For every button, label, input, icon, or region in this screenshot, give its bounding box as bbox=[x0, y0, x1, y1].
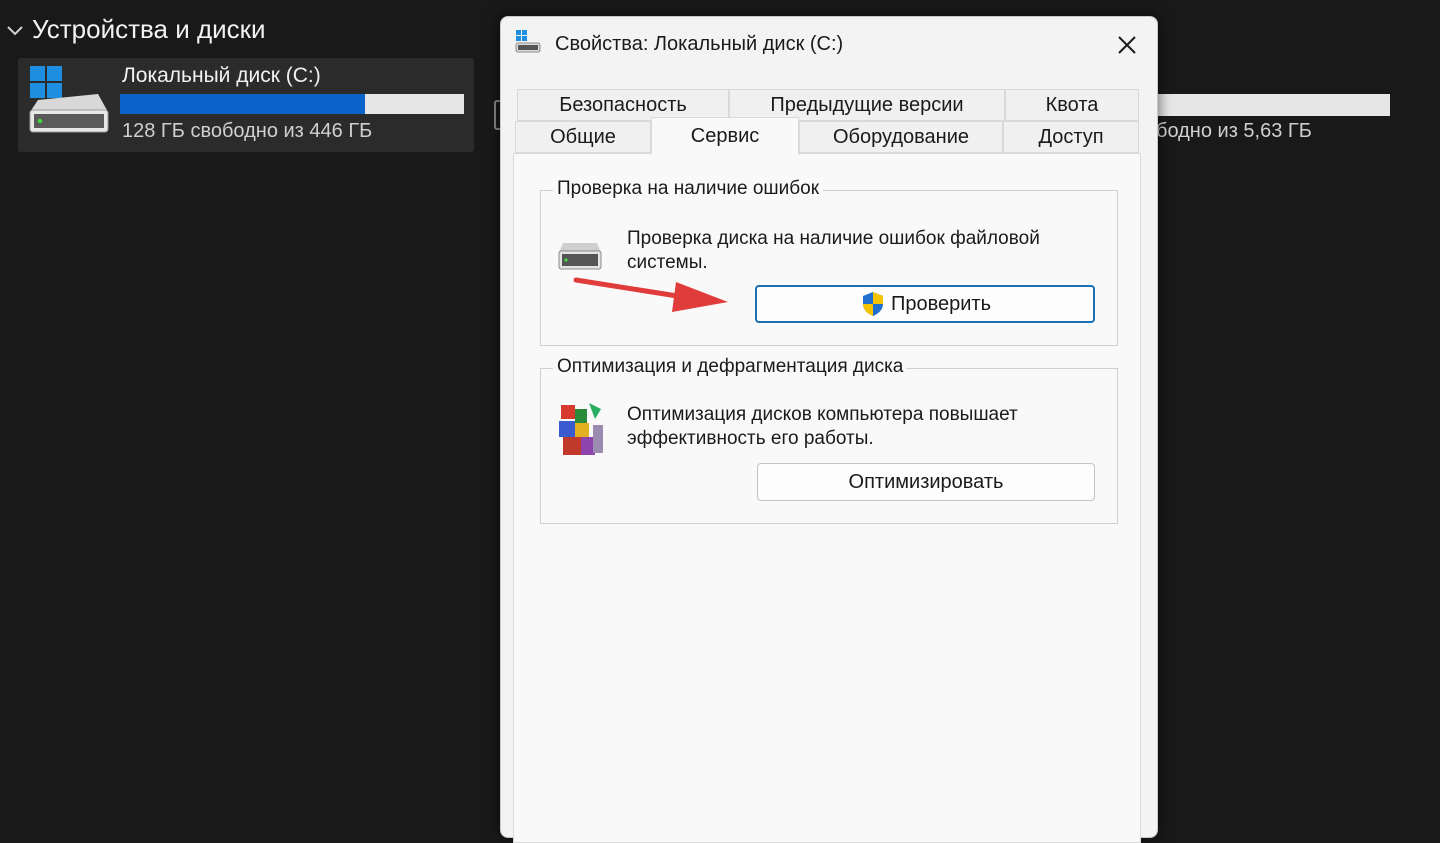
drive-c-free-space: 128 ГБ свободно из 446 ГБ bbox=[122, 120, 373, 142]
section-title: Устройства и диски bbox=[32, 14, 266, 44]
drive-c-usage-fill bbox=[120, 94, 366, 114]
tab-sharing[interactable]: Доступ bbox=[1003, 121, 1139, 153]
check-button[interactable]: Проверить bbox=[755, 285, 1095, 323]
optimize-group: Оптимизация и дефрагментация диска Оптим… bbox=[540, 356, 1118, 524]
devices-section-header[interactable]: Устройства и диски bbox=[4, 14, 266, 45]
tab-tools[interactable]: Сервис bbox=[651, 117, 799, 155]
annotation-arrow-icon bbox=[573, 277, 728, 312]
close-icon bbox=[1118, 36, 1136, 54]
tab-quota[interactable]: Квота bbox=[1005, 89, 1139, 121]
uac-shield-icon bbox=[862, 292, 883, 316]
drive-c-usage-bar bbox=[120, 94, 464, 114]
drive-2-usage-bar bbox=[1156, 94, 1390, 116]
properties-dialog: Свойства: Локальный диск (C:) Безопаснос… bbox=[500, 16, 1158, 843]
error-check-legend: Проверка на наличие ошибок bbox=[553, 178, 824, 200]
tab-general[interactable]: Общие bbox=[515, 121, 651, 153]
optimize-legend: Оптимизация и дефрагментация диска bbox=[553, 356, 908, 378]
close-button[interactable] bbox=[1109, 27, 1145, 63]
tab-hardware[interactable]: Оборудование bbox=[799, 121, 1003, 153]
error-check-group: Проверка на наличие ошибок Проверка диск… bbox=[540, 178, 1118, 346]
hard-drive-icon bbox=[558, 243, 602, 270]
error-check-description: Проверка диска на наличие ошибок файлово… bbox=[627, 228, 1040, 273]
check-button-label: Проверить bbox=[890, 292, 992, 315]
dialog-titlebar[interactable]: Свойства: Локальный диск (C:) bbox=[501, 17, 1157, 73]
defrag-icon bbox=[559, 403, 603, 455]
chevron-down-icon bbox=[7, 25, 23, 35]
drive-properties-icon bbox=[515, 30, 541, 53]
drive-2-free-space: бодно из 5,63 ГБ bbox=[1156, 120, 1312, 142]
optimize-description: Оптимизация дисков компьютера повышает э… bbox=[627, 404, 1018, 449]
tab-panel-tools: Проверка на наличие ошибок Проверка диск… bbox=[513, 153, 1141, 843]
dialog-title: Свойства: Локальный диск (C:) bbox=[555, 33, 844, 55]
drive-c-name: Локальный диск (C:) bbox=[122, 64, 321, 87]
drive-c-tile[interactable]: Локальный диск (C:) 128 ГБ свободно из 4… bbox=[18, 58, 474, 152]
optimize-button[interactable]: Оптимизировать bbox=[757, 463, 1095, 501]
windows-drive-icon bbox=[29, 66, 109, 133]
